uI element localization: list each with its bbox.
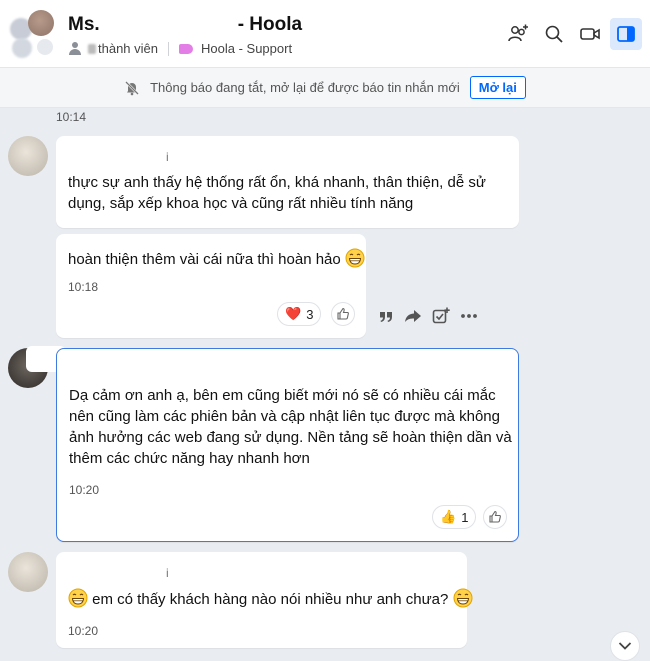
notification-text: Thông báo đang tắt, mở lại để được báo t… xyxy=(150,80,460,95)
message-time: 10:20 xyxy=(68,624,99,638)
message-text: em có thấy khách hàng nào nói nhiều như … xyxy=(92,591,449,608)
message-text-row: hoàn thiện thêm vài cái nữa thì hoàn hảo xyxy=(68,248,365,270)
grin-emoji-icon xyxy=(453,588,473,608)
sidebar-panel-icon xyxy=(617,26,635,42)
quote-reply-icon[interactable] xyxy=(378,308,394,324)
grin-emoji-icon xyxy=(68,588,88,608)
search-icon xyxy=(545,25,563,43)
message-bubble[interactable]: i thực sự anh thấy hệ thống rất ổn, khá … xyxy=(56,136,519,228)
message-time: 10:20 xyxy=(69,483,100,497)
add-member-icon xyxy=(508,24,528,42)
bell-muted-icon xyxy=(125,80,139,95)
grin-emoji-icon xyxy=(345,248,365,268)
add-task-icon[interactable] xyxy=(432,307,450,325)
reopen-notifications-button[interactable]: Mở lại xyxy=(469,76,526,99)
group-avatar[interactable] xyxy=(8,8,56,60)
header-actions xyxy=(502,18,642,50)
message-text: thực sự anh thấy hệ thống rất ổn, khá nh… xyxy=(68,174,486,212)
scroll-to-bottom-button[interactable] xyxy=(610,631,640,661)
reaction-badge[interactable]: 👍 1 xyxy=(432,505,477,529)
sender-avatar[interactable] xyxy=(8,346,66,388)
add-reaction-button[interactable] xyxy=(331,302,355,326)
conversation-meta: thành viên Hoola - Support xyxy=(68,41,292,56)
more-options-icon[interactable] xyxy=(460,313,478,319)
reaction-badge[interactable]: ❤️ 3 xyxy=(277,302,322,326)
forward-icon[interactable] xyxy=(404,308,422,324)
message-bubble[interactable]: i em có thấy khách hàng nào nói nhiều nh… xyxy=(56,552,473,648)
category-label[interactable]: Hoola - Support xyxy=(201,41,292,56)
message-text: hoàn thiện thêm vài cái nữa thì hoàn hảo xyxy=(68,251,341,268)
add-member-button[interactable] xyxy=(502,18,534,50)
reaction-emoji: ❤️ xyxy=(285,306,302,321)
video-call-button[interactable] xyxy=(574,18,606,50)
member-count xyxy=(88,43,96,54)
message-bubble[interactable]: Dạ cảm ơn anh ạ, bên em cũng biết mới nó… xyxy=(56,348,519,542)
message-actions xyxy=(378,304,478,328)
members-label[interactable]: thành viên xyxy=(98,41,158,56)
sender-avatar[interactable] xyxy=(8,136,48,176)
chat-header: Ms. - Hoola thành viên Hoola - Support xyxy=(0,0,650,68)
message-text: Dạ cảm ơn anh ạ, bên em cũng biết mới nó… xyxy=(69,387,512,467)
message-time: 10:18 xyxy=(68,280,99,294)
meta-divider xyxy=(168,41,169,56)
members-icon xyxy=(68,41,82,56)
sender-name[interactable]: i xyxy=(166,566,169,580)
chevron-down-icon xyxy=(618,642,632,650)
sender-name[interactable]: i xyxy=(166,150,169,164)
time-separator: 10:14 xyxy=(56,110,87,124)
reaction-count: 1 xyxy=(461,509,469,525)
message-text-row: em có thấy khách hàng nào nói nhiều như … xyxy=(68,588,473,610)
thumbs-up-icon xyxy=(337,307,349,320)
sender-avatar[interactable] xyxy=(8,552,48,592)
reaction-count: 3 xyxy=(306,306,314,322)
tag-icon xyxy=(179,43,193,54)
search-button[interactable] xyxy=(538,18,570,50)
toggle-sidebar-button[interactable] xyxy=(610,18,642,50)
message-bubble[interactable]: hoàn thiện thêm vài cái nữa thì hoàn hảo… xyxy=(56,234,366,338)
notification-bar: Thông báo đang tắt, mở lại để được báo t… xyxy=(0,68,650,108)
add-reaction-button[interactable] xyxy=(483,505,507,529)
video-camera-icon xyxy=(580,28,600,40)
conversation-title[interactable]: Ms. - Hoola xyxy=(68,14,302,36)
thumbs-up-icon xyxy=(489,510,501,523)
reaction-emoji: 👍 xyxy=(440,509,457,524)
